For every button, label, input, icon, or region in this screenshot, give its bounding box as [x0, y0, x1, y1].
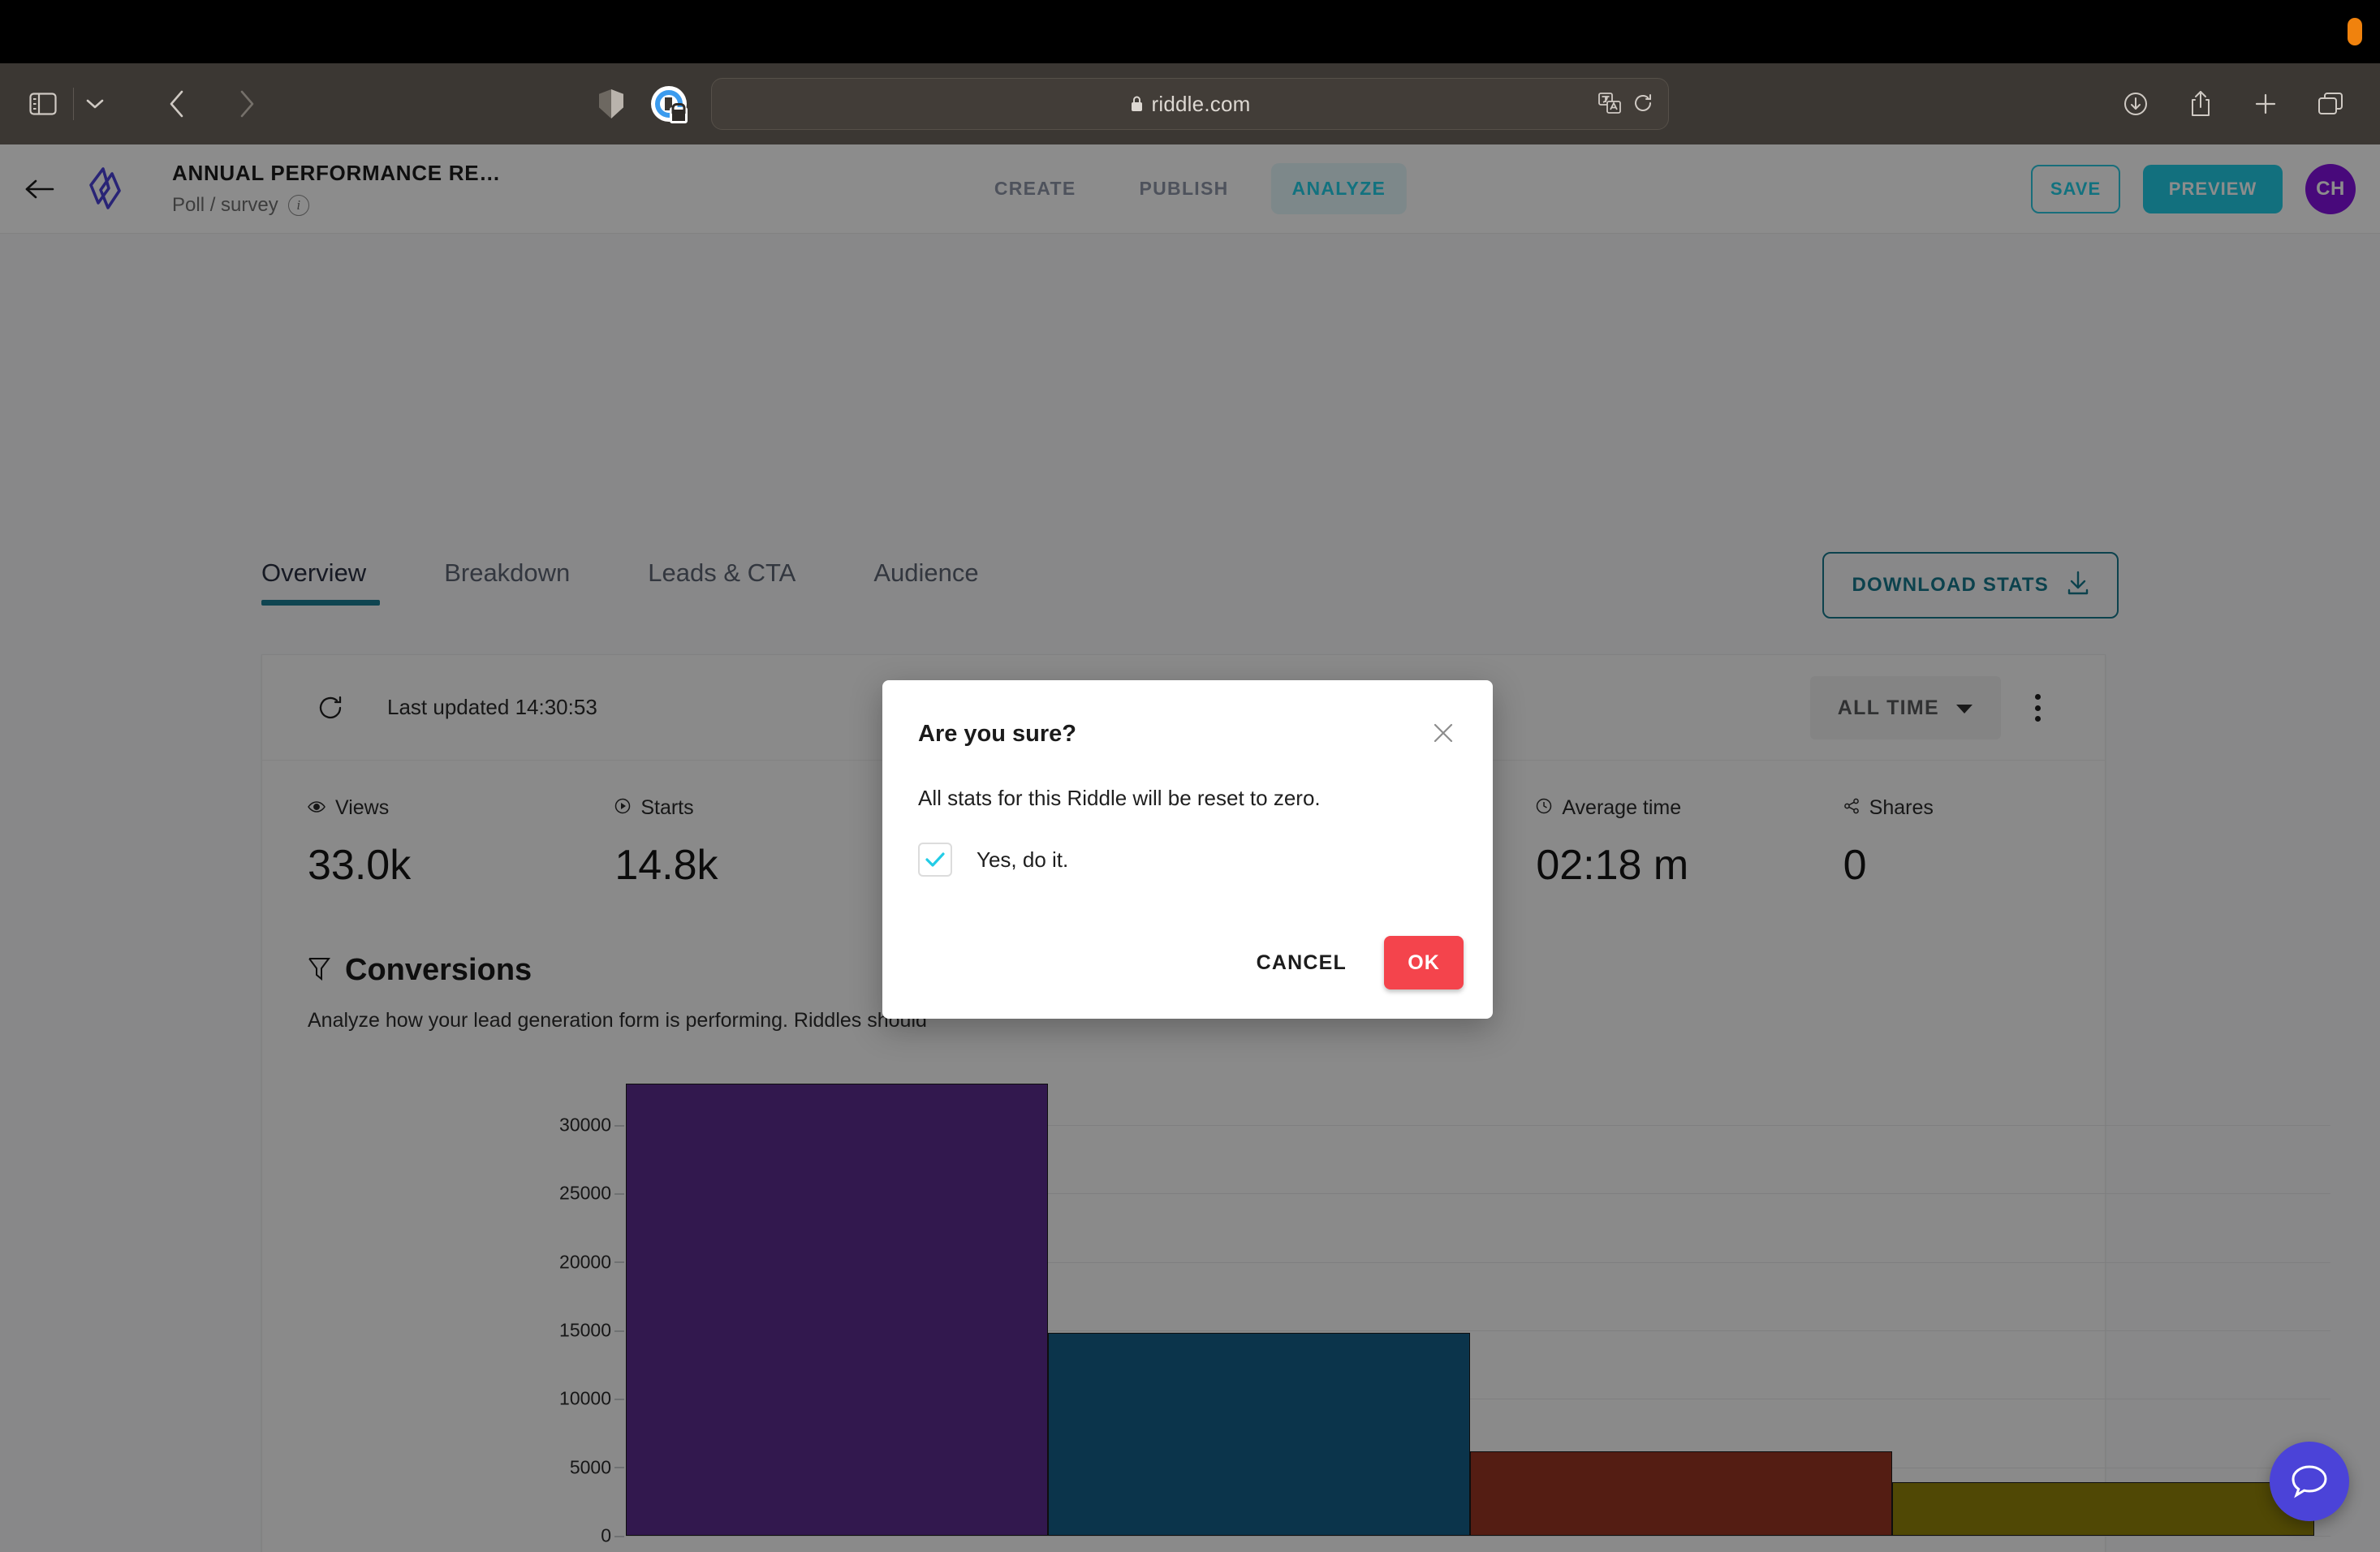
- os-menu-bar: [0, 0, 2380, 63]
- dialog-message: All stats for this Riddle will be reset …: [918, 786, 1321, 810]
- translate-icon[interactable]: [1598, 92, 1621, 118]
- plus-icon[interactable]: [2240, 79, 2291, 129]
- confirm-checkbox-row[interactable]: Yes, do it.: [918, 843, 1068, 877]
- dialog-title: Are you sure?: [918, 721, 1076, 747]
- download-circle-icon[interactable]: [2111, 79, 2161, 129]
- address-bar[interactable]: riddle.com: [711, 78, 1669, 130]
- reload-icon[interactable]: [1632, 93, 1653, 118]
- forward-icon[interactable]: [222, 79, 272, 129]
- shield-icon[interactable]: [599, 89, 623, 119]
- back-icon[interactable]: [152, 79, 202, 129]
- close-icon[interactable]: [1425, 714, 1462, 752]
- chat-bubble-icon[interactable]: [2270, 1442, 2349, 1521]
- share-icon[interactable]: [2175, 79, 2226, 129]
- confirm-checkbox[interactable]: [918, 843, 952, 877]
- confirm-dialog: Are you sure? All stats for this Riddle …: [882, 680, 1493, 1019]
- cancel-button[interactable]: CANCEL: [1235, 936, 1368, 989]
- ok-button[interactable]: OK: [1384, 936, 1464, 989]
- tabs-icon[interactable]: [2305, 79, 2356, 129]
- privacy-lock-icon[interactable]: [651, 86, 688, 123]
- lock-icon: [1130, 95, 1144, 113]
- notch-indicator: [2348, 18, 2362, 45]
- dialog-actions: CANCEL OK: [1235, 936, 1464, 989]
- address-bar-url: riddle.com: [1151, 91, 1251, 116]
- confirm-checkbox-label: Yes, do it.: [977, 847, 1069, 872]
- toolbar-divider: [73, 88, 74, 120]
- sidebar-icon[interactable]: [18, 79, 68, 129]
- chevron-down-icon[interactable]: [79, 79, 111, 129]
- browser-toolbar: riddle.com: [0, 63, 2380, 144]
